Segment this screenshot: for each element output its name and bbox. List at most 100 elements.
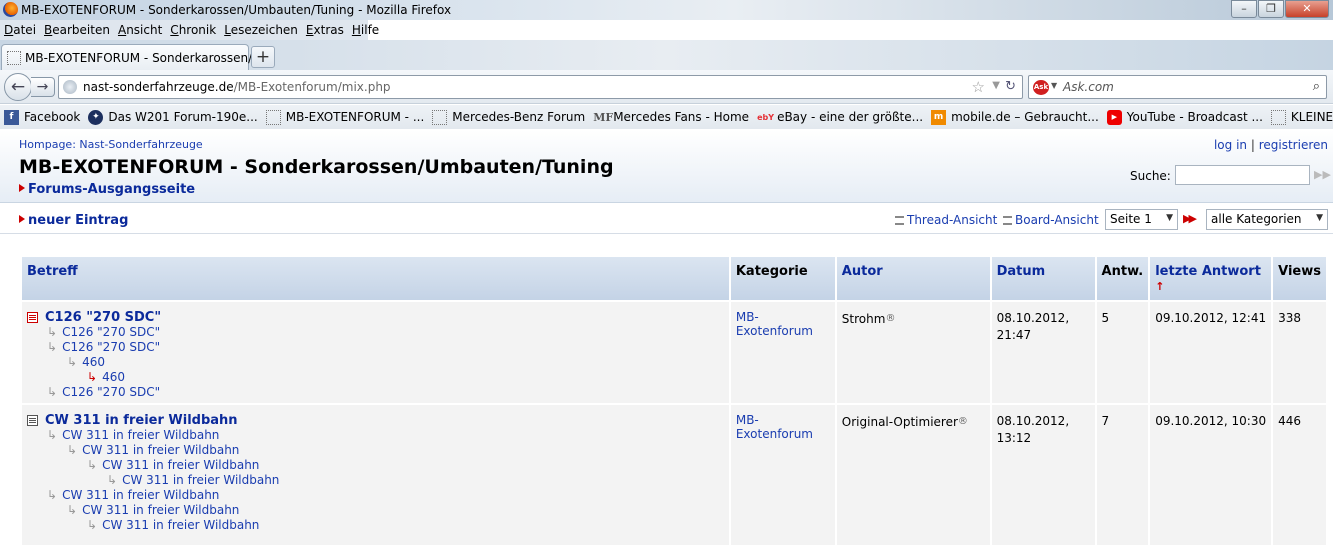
reply-link[interactable]: ↳ C126 "270 SDC" <box>27 385 724 400</box>
tab-title: MB-EXOTENFORUM - Sonderkarossen/... <box>25 50 264 65</box>
reply-arrow-icon: ↳ <box>67 503 78 517</box>
category-link[interactable]: MB-Exotenforum <box>736 413 813 441</box>
bookmark-star-icon[interactable]: ☆ <box>972 78 985 96</box>
bookmark-youtube[interactable]: ▶ YouTube - Broadcast ... <box>1103 109 1267 125</box>
reply-link[interactable]: ↳ CW 311 in freier Wildbahn <box>27 518 724 533</box>
category-select[interactable]: alle Kategorien ▼ <box>1206 209 1328 230</box>
menu-chronik[interactable]: Chronik <box>166 23 220 37</box>
ask-logo-icon[interactable]: Ask <box>1033 80 1049 95</box>
menu-bar: Datei Bearbeiten Ansicht Chronik Lesezei… <box>0 20 379 40</box>
thread-subject-link[interactable]: C126 "270 SDC" <box>27 310 724 325</box>
col-author[interactable]: Autor <box>836 257 990 300</box>
history-dropdown-icon[interactable]: ▼ <box>992 80 1000 91</box>
date-cell: 08.10.2012, 21:47 <box>991 302 1095 403</box>
reply-link[interactable]: ↳ CW 311 in freier Wildbahn <box>27 503 724 518</box>
forum-search-input[interactable] <box>1175 165 1310 185</box>
reply-link[interactable]: ↳ 460 <box>27 355 724 370</box>
window-titlebar: MB-EXOTENFORUM - Sonderkarossen/Umbauten… <box>0 0 1333 20</box>
menu-lesezeichen[interactable]: Lesezeichen <box>220 23 302 37</box>
bookmark-ebay[interactable]: ebY eBay - eine der größte... <box>753 110 927 125</box>
replies-cell: 7 <box>1096 405 1149 545</box>
minimize-button[interactable]: – <box>1231 0 1257 18</box>
reload-icon[interactable]: ↻ <box>1005 79 1016 94</box>
reply-link[interactable]: ↳ CW 311 in freier Wildbahn <box>27 473 724 488</box>
table-header-row: Betreff Kategorie Autor Datum Antw. letz… <box>22 257 1326 300</box>
bookmark-mercedes-benz-forum[interactable]: Mercedes-Benz Forum <box>428 109 589 125</box>
menu-datei[interactable]: Datei <box>0 23 40 37</box>
col-last-reply[interactable]: letzte Antwort ↑ <box>1150 257 1272 300</box>
globe-icon <box>63 80 77 94</box>
bookmark-kleinenbroich[interactable]: KLEINENBROICH Wett... <box>1267 109 1333 125</box>
thread-view-icon <box>895 216 904 225</box>
author-name: Strohm <box>841 312 886 326</box>
reply-arrow-icon: ↳ <box>47 428 58 442</box>
menu-hilfe[interactable]: Hilfe <box>348 23 383 37</box>
arrow-right-icon <box>19 184 25 192</box>
close-button[interactable]: ✕ <box>1285 0 1329 18</box>
maximize-button[interactable]: ❐ <box>1258 0 1284 18</box>
registered-icon: ® <box>885 313 896 324</box>
board-view-link[interactable]: Board-Ansicht <box>1003 213 1099 227</box>
reply-link[interactable]: ↳ CW 311 in freier Wildbahn <box>27 458 724 473</box>
bookmarks-toolbar: f Facebook ✦ Das W201 Forum-190e... MB-EXO… <box>0 105 1333 129</box>
register-link[interactable]: registrieren <box>1259 138 1328 152</box>
thread-subject-link[interactable]: CW 311 in freier Wildbahn <box>27 413 724 428</box>
new-tab-button[interactable]: + <box>251 46 275 68</box>
views-cell: 446 <box>1273 405 1326 545</box>
subject-cell: CW 311 in freier Wildbahn ↳ CW 311 in fre… <box>22 405 729 545</box>
next-page-icon[interactable]: ▶▶ <box>1183 212 1197 225</box>
category-link[interactable]: MB-Exotenforum <box>736 310 813 338</box>
page-icon <box>432 109 448 125</box>
firefox-icon <box>3 2 18 17</box>
forward-button[interactable]: → <box>31 77 55 97</box>
category-cell: MB-Exotenforum <box>730 405 835 545</box>
user-links: log in | registrieren <box>1213 138 1328 152</box>
reply-link[interactable]: ↳ 460 <box>27 370 724 385</box>
bookmark-w201-forum[interactable]: ✦ Das W201 Forum-190e... <box>84 109 261 125</box>
reply-link[interactable]: ↳ C126 "270 SDC" <box>27 325 724 340</box>
col-date[interactable]: Datum <box>991 257 1095 300</box>
thread-table: Betreff Kategorie Autor Datum Antw. letz… <box>20 255 1328 547</box>
registered-icon: ® <box>957 416 968 427</box>
search-bar[interactable]: Ask ▼ Ask.com ⌕ <box>1028 75 1327 99</box>
mf-icon: MF <box>593 110 614 124</box>
tab-active[interactable]: MB-EXOTENFORUM - Sonderkarossen/... <box>1 44 264 70</box>
bookmark-mercedes-fans[interactable]: MF Mercedes Fans - Home <box>589 110 753 125</box>
reply-link[interactable]: ↳ C126 "270 SDC" <box>27 340 724 355</box>
new-entry-link[interactable]: neuer Eintrag <box>19 213 128 228</box>
date-cell: 08.10.2012, 13:12 <box>991 405 1095 545</box>
reply-arrow-icon: ↳ <box>47 340 58 354</box>
reply-arrow-icon: ↳ <box>47 325 58 339</box>
homepage-link[interactable]: Hompage: Nast-Sonderfahrzeuge <box>19 138 203 151</box>
sort-arrow-icon: ↑ <box>1155 280 1165 293</box>
bookmark-mb-exotenforum[interactable]: MB-EXOTENFORUM - ... <box>262 109 429 125</box>
url-text: nast-sonderfahrzeuge.de/MB-Exotenforum/m… <box>83 80 391 94</box>
ebay-icon: ebY <box>757 112 775 122</box>
url-bar[interactable]: nast-sonderfahrzeuge.de/MB-Exotenforum/m… <box>58 75 1023 99</box>
menu-extras[interactable]: Extras <box>302 23 348 37</box>
search-submit-icon[interactable]: ▶▶ <box>1314 168 1331 181</box>
menu-bearbeiten[interactable]: Bearbeiten <box>40 23 114 37</box>
forum-exit-link[interactable]: Forums-Ausgangsseite <box>19 182 195 197</box>
views-cell: 338 <box>1273 302 1326 403</box>
subject-cell: C126 "270 SDC" ↳ C126 "270 SDC" ↳ C126 "27… <box>22 302 729 403</box>
thread-view-link[interactable]: Thread-Ansicht <box>895 213 997 227</box>
window-controls: – ❐ ✕ <box>1230 0 1329 18</box>
menu-ansicht[interactable]: Ansicht <box>114 23 166 37</box>
navigation-toolbar: ← → nast-sonderfahrzeuge.de/MB-Exotenfor… <box>0 70 1333 104</box>
reply-link[interactable]: ↳ CW 311 in freier Wildbahn <box>27 428 724 443</box>
login-link[interactable]: log in <box>1214 138 1247 152</box>
bookmark-facebook[interactable]: f Facebook <box>0 109 84 125</box>
author-cell: Strohm® <box>836 302 990 403</box>
bookmark-mobile-de[interactable]: m mobile.de – Gebraucht... <box>927 109 1103 125</box>
page-select[interactable]: Seite 1 ▼ <box>1105 209 1178 230</box>
facebook-icon: f <box>4 109 19 125</box>
reply-link[interactable]: ↳ CW 311 in freier Wildbahn <box>27 488 724 503</box>
col-subject[interactable]: Betreff <box>22 257 729 300</box>
back-button[interactable]: ← <box>4 73 32 101</box>
forum-toolbar: neuer Eintrag Thread-Ansicht Board-Ansic… <box>0 204 1333 234</box>
reply-link[interactable]: ↳ CW 311 in freier Wildbahn <box>27 443 724 458</box>
engine-dropdown-icon[interactable]: ▼ <box>1051 81 1057 90</box>
mercedes-icon: ✦ <box>88 109 104 125</box>
search-icon[interactable]: ⌕ <box>1313 79 1320 94</box>
